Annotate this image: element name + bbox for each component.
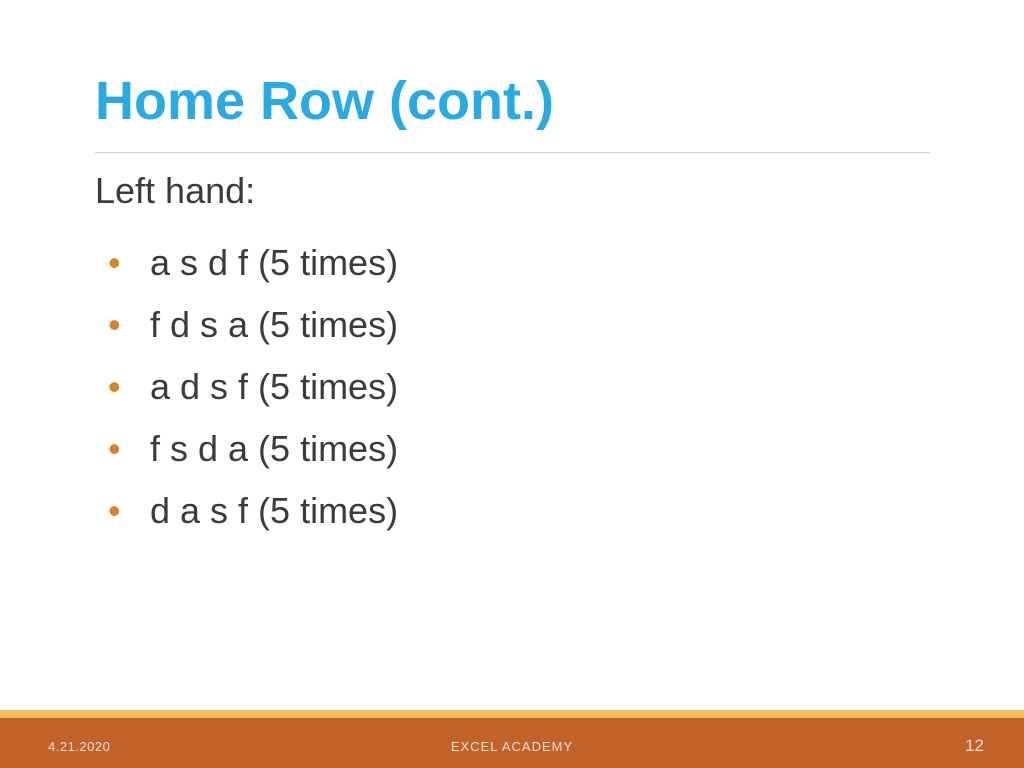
- slide-title: Home Row (cont.): [95, 70, 554, 132]
- title-underline: [95, 152, 930, 153]
- footer-page-number: 12: [965, 736, 984, 756]
- bullet-list: a s d f (5 times) f d s a (5 times) a d …: [108, 232, 398, 542]
- slide: Home Row (cont.) Left hand: a s d f (5 t…: [0, 0, 1024, 768]
- list-item: a s d f (5 times): [108, 232, 398, 294]
- list-item: d a s f (5 times): [108, 480, 398, 542]
- footer-center-text: EXCEL ACADEMY: [0, 739, 1024, 754]
- footer-accent-bar: [0, 710, 1024, 718]
- list-item: f d s a (5 times): [108, 294, 398, 356]
- subheading-left-hand: Left hand:: [95, 170, 255, 212]
- footer-main-bar: 4.21.2020 EXCEL ACADEMY 12: [0, 718, 1024, 768]
- list-item: a d s f (5 times): [108, 356, 398, 418]
- footer: 4.21.2020 EXCEL ACADEMY 12: [0, 710, 1024, 768]
- list-item: f s d a (5 times): [108, 418, 398, 480]
